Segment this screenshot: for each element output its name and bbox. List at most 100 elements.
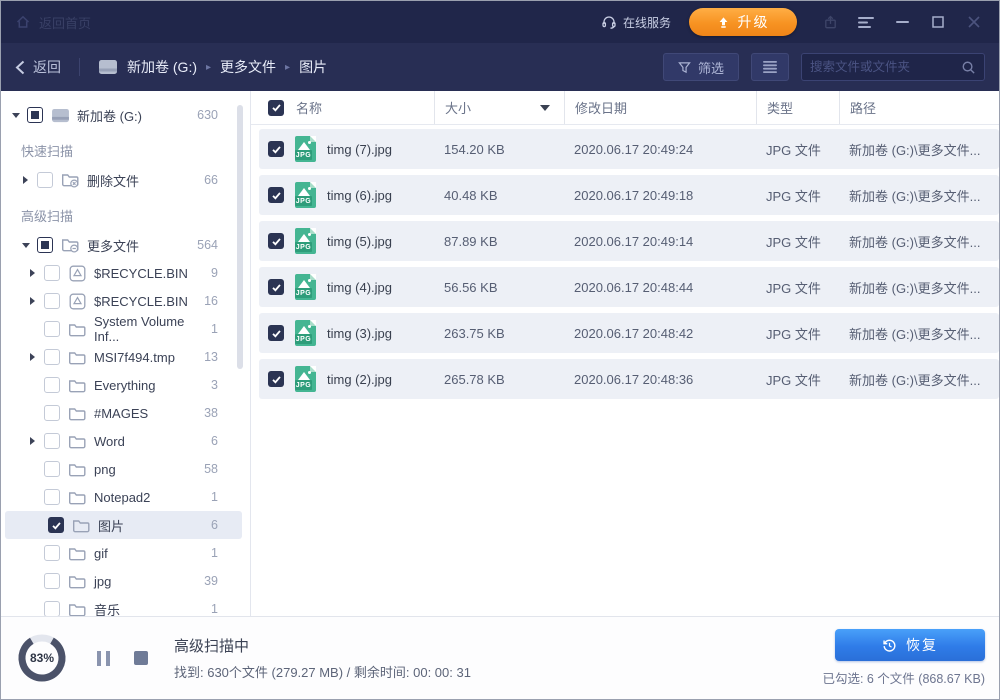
search-input[interactable] — [810, 60, 955, 74]
file-name: timg (6).jpg — [327, 188, 392, 203]
sidebar-item-$recycle.bin[interactable]: $RECYCLE.BIN16 — [1, 287, 250, 315]
folder-icon — [68, 602, 86, 617]
file-count-badge: 16 — [204, 294, 218, 308]
chevron-down-icon[interactable] — [11, 113, 20, 118]
column-header-path[interactable]: 路径 — [850, 98, 876, 117]
breadcrumb-item-current[interactable]: 图片 — [299, 57, 327, 77]
checkbox[interactable] — [268, 325, 284, 341]
minimize-button[interactable] — [891, 11, 913, 33]
chevron-down-icon[interactable] — [21, 243, 30, 248]
sidebar-item--g-[interactable]: 新加卷 (G:)630 — [1, 101, 250, 129]
home-button[interactable]: 返回首页 — [15, 13, 91, 32]
chevron-right-icon[interactable] — [28, 353, 37, 361]
column-header-size[interactable]: 大小 — [445, 98, 471, 117]
file-name: timg (2).jpg — [327, 372, 392, 387]
checkbox[interactable] — [27, 107, 43, 123]
sidebar-item--[interactable]: 更多文件564 — [1, 231, 250, 259]
close-button[interactable] — [963, 11, 985, 33]
sidebar-item-notepad2[interactable]: Notepad21 — [1, 483, 250, 511]
chevron-right-icon[interactable] — [28, 297, 37, 305]
recover-button[interactable]: 恢复 — [835, 629, 985, 661]
file-count-badge: 1 — [211, 490, 218, 504]
upgrade-button[interactable]: 升级 — [689, 8, 797, 36]
file-count-badge: 9 — [211, 266, 218, 280]
checkbox[interactable] — [44, 433, 60, 449]
search-icon[interactable] — [961, 60, 976, 75]
checkbox[interactable] — [44, 405, 60, 421]
sidebar-item-gif[interactable]: gif1 — [1, 539, 250, 567]
folder-label: 更多文件 — [87, 236, 139, 255]
checkbox[interactable] — [44, 461, 60, 477]
back-label: 返回 — [33, 57, 61, 77]
online-service-button[interactable]: 在线服务 — [601, 14, 671, 31]
sidebar-item--[interactable]: 图片6 — [5, 511, 242, 539]
checkbox[interactable] — [268, 233, 284, 249]
file-path: 新加卷 (G:)\更多文件... — [839, 324, 999, 343]
sidebar-item--[interactable]: 音乐1 — [1, 595, 250, 616]
filter-button[interactable]: 筛选 — [663, 53, 739, 81]
sidebar-item-png[interactable]: png58 — [1, 455, 250, 483]
scan-status-detail: 找到: 630个文件 (279.27 MB) / 剩余时间: 00: 00: 3… — [174, 662, 471, 681]
breadcrumb-item-folder[interactable]: 更多文件 — [220, 57, 276, 77]
upgrade-label: 升级 — [738, 12, 770, 32]
checkbox[interactable] — [268, 187, 284, 203]
column-header-name[interactable]: 名称 — [296, 98, 322, 117]
checkbox[interactable] — [44, 293, 60, 309]
table-row[interactable]: JPGtimg (5).jpg87.89 KB2020.06.17 20:49:… — [259, 221, 999, 261]
minimize-icon — [896, 21, 909, 24]
share-button[interactable] — [819, 11, 841, 33]
column-header-date[interactable]: 修改日期 — [575, 98, 627, 117]
select-all-checkbox[interactable] — [268, 100, 284, 116]
sidebar-item-#mages[interactable]: #MAGES38 — [1, 399, 250, 427]
file-type: JPG 文件 — [756, 140, 839, 159]
checkbox[interactable] — [44, 349, 60, 365]
sidebar-scrollbar[interactable] — [237, 105, 243, 369]
back-button[interactable]: 返回 — [15, 57, 61, 77]
checkbox[interactable] — [268, 141, 284, 157]
checkbox[interactable] — [48, 517, 64, 533]
sort-dropdown-icon[interactable] — [540, 105, 550, 111]
sidebar-item-everything[interactable]: Everything3 — [1, 371, 250, 399]
table-row[interactable]: JPGtimg (2).jpg265.78 KB2020.06.17 20:48… — [259, 359, 999, 399]
chevron-right-icon[interactable] — [21, 176, 30, 184]
file-path: 新加卷 (G:)\更多文件... — [839, 140, 999, 159]
back-chevron-icon — [15, 60, 25, 75]
checkbox[interactable] — [44, 601, 60, 616]
checkbox[interactable] — [44, 321, 60, 337]
breadcrumb: 新加卷 (G:) ▸ 更多文件 ▸ 图片 — [98, 57, 327, 77]
stop-button[interactable] — [134, 651, 148, 665]
checkbox[interactable] — [44, 377, 60, 393]
file-size: 40.48 KB — [434, 188, 564, 203]
sidebar-item-$recycle.bin[interactable]: $RECYCLE.BIN9 — [1, 259, 250, 287]
progress-percent: 83% — [15, 631, 69, 685]
table-row[interactable]: JPGtimg (6).jpg40.48 KB2020.06.17 20:49:… — [259, 175, 999, 215]
checkbox[interactable] — [37, 172, 53, 188]
checkbox[interactable] — [44, 489, 60, 505]
maximize-button[interactable] — [927, 11, 949, 33]
sidebar-item--[interactable]: 删除文件66 — [1, 166, 250, 194]
breadcrumb-item-drive[interactable]: 新加卷 (G:) — [127, 57, 197, 77]
sidebar-item-jpg[interactable]: jpg39 — [1, 567, 250, 595]
checkbox[interactable] — [44, 265, 60, 281]
checkbox[interactable] — [44, 573, 60, 589]
chevron-right-icon[interactable] — [28, 437, 37, 445]
table-row[interactable]: JPGtimg (7).jpg154.20 KB2020.06.17 20:49… — [259, 129, 999, 169]
sidebar-item-msi7f494.tmp[interactable]: MSI7f494.tmp13 — [1, 343, 250, 371]
file-count-badge: 630 — [197, 108, 218, 122]
pause-button[interactable] — [97, 651, 110, 666]
checkbox[interactable] — [268, 371, 284, 387]
checkbox[interactable] — [268, 279, 284, 295]
close-icon — [968, 16, 980, 28]
menu-button[interactable] — [855, 11, 877, 33]
view-toggle-button[interactable] — [751, 53, 789, 81]
chevron-right-icon[interactable] — [28, 269, 37, 277]
checkbox[interactable] — [37, 237, 53, 253]
sidebar-item-word[interactable]: Word6 — [1, 427, 250, 455]
checkbox[interactable] — [44, 545, 60, 561]
table-row[interactable]: JPGtimg (4).jpg56.56 KB2020.06.17 20:48:… — [259, 267, 999, 307]
headset-icon — [601, 14, 617, 30]
sidebar-item-system-volume-inf...[interactable]: System Volume Inf...1 — [1, 315, 250, 343]
scan-status-title: 高级扫描中 — [174, 635, 471, 656]
table-row[interactable]: JPGtimg (3).jpg263.75 KB2020.06.17 20:48… — [259, 313, 999, 353]
column-header-type[interactable]: 类型 — [767, 98, 793, 117]
